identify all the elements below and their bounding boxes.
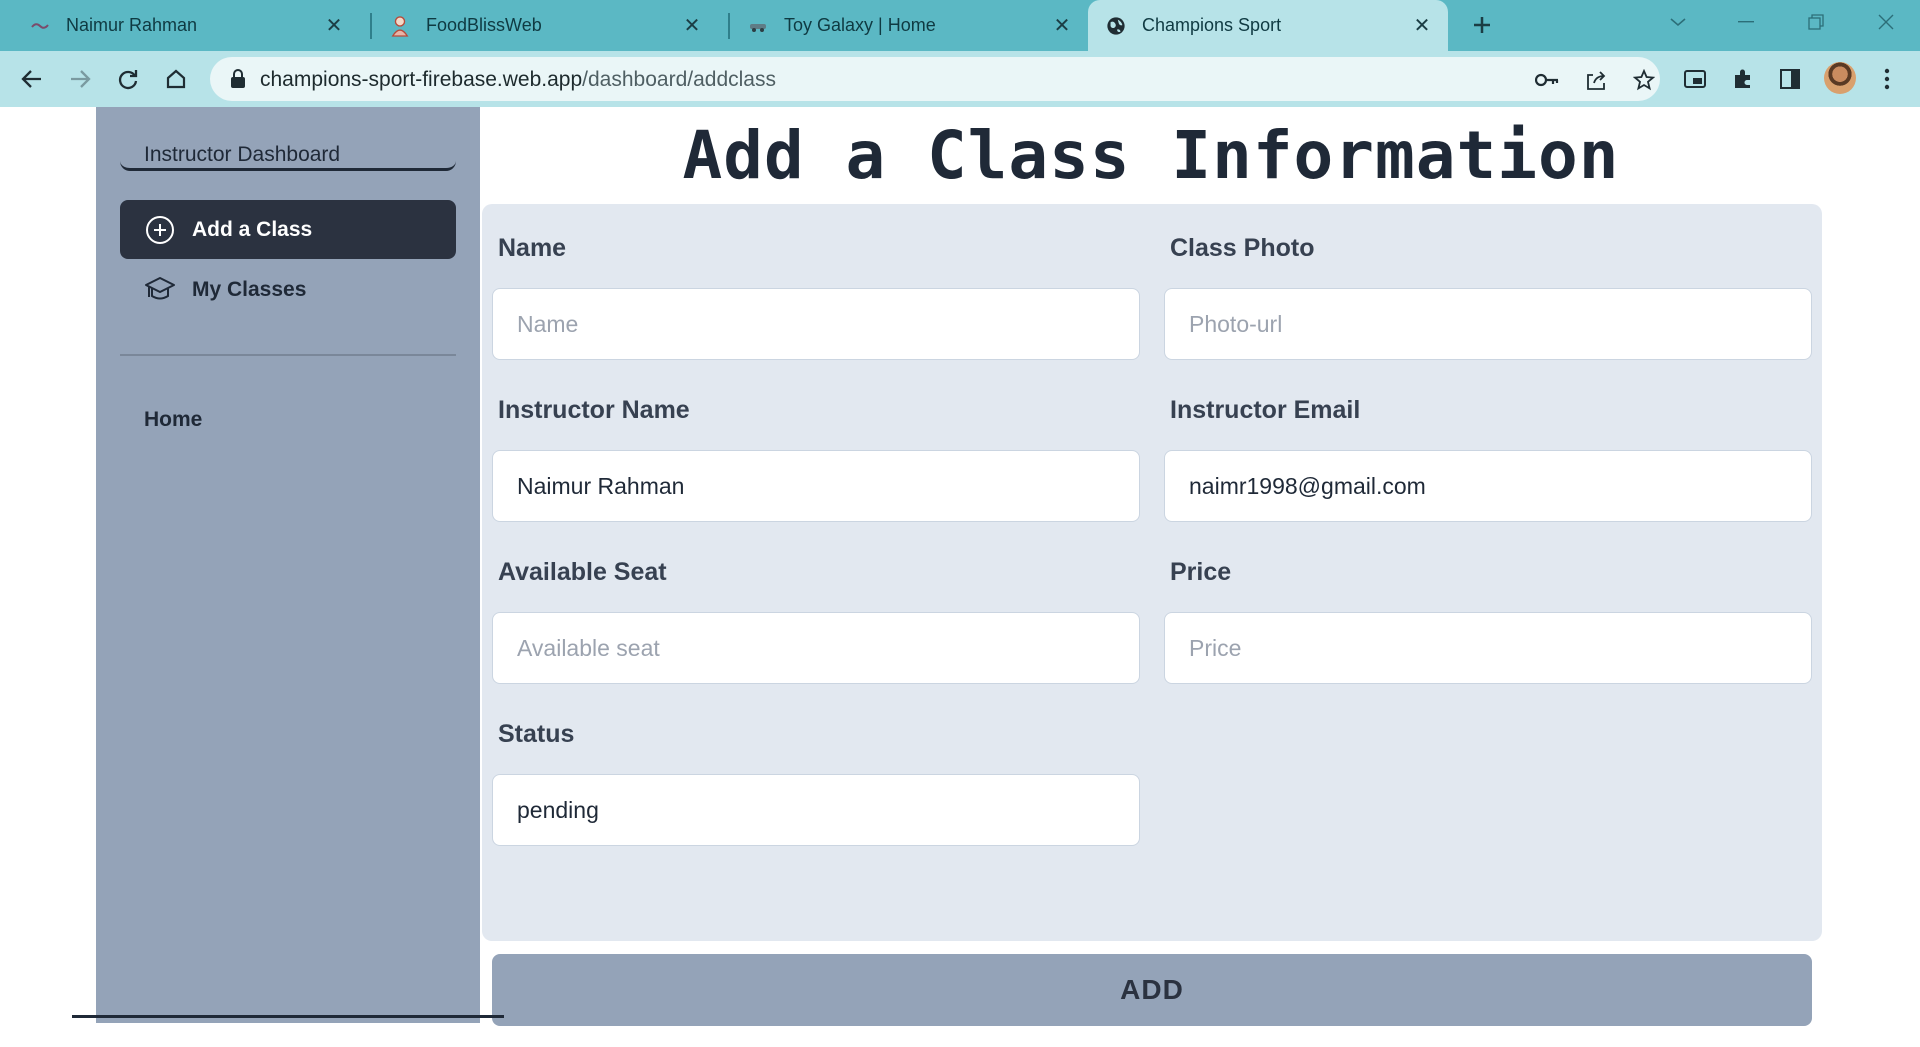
instructor-email-input[interactable] (1164, 450, 1812, 522)
tab-champions-sport[interactable]: Champions Sport ✕ (1088, 0, 1448, 51)
close-icon[interactable]: ✕ (680, 14, 704, 38)
extensions-icon[interactable] (1728, 64, 1758, 94)
sidebar-item-add-class[interactable]: Add a Class (120, 200, 456, 259)
car-favicon (748, 16, 768, 36)
instructor-name-label: Instructor Name (498, 396, 690, 424)
sidebar: Instructor Dashboard Add a Class My Clas… (96, 107, 480, 1023)
tab-naimur-rahman[interactable]: Naimur Rahman ✕ (0, 0, 360, 51)
sidebar-item-label: My Classes (192, 277, 307, 301)
profile-avatar[interactable] (1824, 62, 1856, 94)
forward-icon[interactable] (62, 61, 98, 97)
chef-favicon (390, 15, 410, 37)
close-icon[interactable]: ✕ (1050, 14, 1074, 38)
tab-title: Toy Galaxy | Home (784, 15, 936, 35)
add-button[interactable]: ADD (492, 954, 1812, 1026)
tab-title: FoodBlissWeb (426, 15, 542, 35)
available-seat-label: Available Seat (498, 558, 667, 586)
reload-icon[interactable] (110, 61, 146, 97)
tab-toy-galaxy[interactable]: Toy Galaxy | Home ✕ (718, 0, 1088, 51)
tab-title: Naimur Rahman (66, 15, 198, 35)
close-icon[interactable]: ✕ (322, 14, 346, 38)
close-window-icon[interactable] (1852, 0, 1920, 44)
page-bottom-border (72, 1015, 504, 1018)
lock-icon[interactable] (230, 69, 246, 94)
add-class-form: Name Class Photo Instructor Name Instruc… (482, 204, 1822, 1047)
tab-title: Champions Sport (1142, 15, 1282, 35)
bookmark-star-icon[interactable] (1631, 67, 1657, 93)
sidebar-divider (120, 354, 456, 356)
sidebar-title: Instructor Dashboard (120, 123, 456, 171)
price-field-group: Price (1164, 552, 1812, 684)
plus-circle-icon (144, 214, 176, 246)
instructor-email-label: Instructor Email (1170, 396, 1361, 424)
price-input[interactable] (1164, 612, 1812, 684)
instructor-name-input[interactable] (492, 450, 1140, 522)
site-favicon (30, 16, 50, 36)
home-icon[interactable] (158, 61, 194, 97)
minimize-icon[interactable] (1712, 0, 1780, 44)
graduation-cap-icon (144, 274, 176, 306)
address-bar[interactable]: champions-sport-firebase.web.app/dashboa… (210, 57, 1660, 101)
menu-kebab-icon[interactable] (1872, 64, 1902, 94)
key-icon[interactable] (1534, 67, 1560, 93)
price-label: Price (1170, 558, 1232, 586)
name-label: Name (498, 234, 567, 262)
sidebar-item-label: Add a Class (192, 217, 313, 241)
url-text: champions-sport-firebase.web.app/dashboa… (260, 68, 776, 92)
status-label: Status (498, 720, 575, 748)
picture-in-picture-icon[interactable] (1680, 64, 1710, 94)
url-path: /dashboard/addclass (582, 68, 776, 91)
name-input[interactable] (492, 288, 1140, 360)
class-photo-label: Class Photo (1170, 234, 1315, 262)
close-icon[interactable]: ✕ (1410, 14, 1434, 38)
globe-icon (1106, 16, 1126, 36)
class-photo-field-group: Class Photo (1164, 228, 1812, 360)
name-field-group: Name (492, 228, 1140, 360)
page-title: Add a Class Information (682, 117, 1620, 194)
available-seat-field-group: Available Seat (492, 552, 1140, 684)
tab-search-icon[interactable] (1644, 0, 1712, 44)
status-input[interactable] (492, 774, 1140, 846)
restore-icon[interactable] (1782, 0, 1850, 44)
instructor-name-field-group: Instructor Name (492, 390, 1140, 522)
tab-foodblissweb[interactable]: FoodBlissWeb ✕ (360, 0, 718, 51)
back-icon[interactable] (14, 61, 50, 97)
browser-toolbar: champions-sport-firebase.web.app/dashboa… (0, 51, 1920, 107)
side-panel-icon[interactable] (1775, 64, 1805, 94)
url-host: champions-sport-firebase.web.app (260, 68, 583, 91)
page: Instructor Dashboard Add a Class My Clas… (0, 107, 1920, 1026)
sidebar-item-home[interactable]: Home (144, 408, 202, 432)
tab-strip: Naimur Rahman ✕ FoodBlissWeb ✕ Toy Galax… (0, 0, 1920, 51)
share-icon[interactable] (1583, 67, 1609, 93)
sidebar-item-my-classes[interactable]: My Classes (120, 260, 456, 319)
instructor-email-field-group: Instructor Email (1164, 390, 1812, 522)
status-field-group: Status (492, 714, 1140, 846)
available-seat-input[interactable] (492, 612, 1140, 684)
class-photo-input[interactable] (1164, 288, 1812, 360)
new-tab-button[interactable] (1466, 9, 1498, 41)
